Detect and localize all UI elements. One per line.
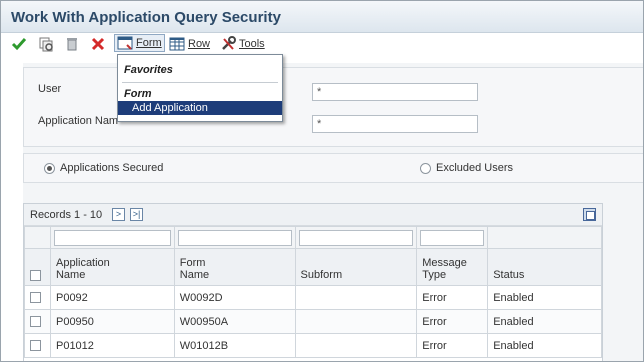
page-title: Work With Application Query Security xyxy=(11,9,281,26)
radio-selected-indicator xyxy=(44,162,55,174)
menu-section-form: Form xyxy=(124,88,152,100)
excluded-users-label: Excluded Users xyxy=(436,162,514,174)
filter-message-type-input[interactable] xyxy=(420,229,485,246)
column-header-application-name[interactable]: Application Name xyxy=(49,248,175,286)
form-icon xyxy=(117,35,133,51)
row-checkbox[interactable] xyxy=(30,316,41,328)
cell-status: Enabled xyxy=(487,309,602,334)
table-row[interactable]: P00950 W00950A Error Enabled xyxy=(24,309,602,334)
filter-row xyxy=(24,226,602,249)
cell-application-name: P0092 xyxy=(49,285,175,310)
menu-separator xyxy=(122,82,278,83)
menu-section-favorites: Favorites xyxy=(124,64,173,76)
filter-cell-subform xyxy=(294,226,418,249)
title-bar: Work With Application Query Security xyxy=(1,1,643,33)
application-name-field[interactable]: * xyxy=(312,115,478,133)
table-row[interactable]: P0092 W0092D Error Enabled xyxy=(24,285,602,310)
row-select-cell xyxy=(24,285,51,310)
cell-subform xyxy=(294,333,418,358)
column-header-form-name[interactable]: Form Name xyxy=(173,248,296,286)
tools-icon xyxy=(220,36,236,52)
menu-item-add-application[interactable]: Add Application xyxy=(118,101,282,115)
header-row: Application Name Form Name Subform Messa… xyxy=(24,248,602,286)
filter-cell-app xyxy=(49,226,175,249)
copy-icon xyxy=(38,36,54,52)
column-header-subform[interactable]: Subform xyxy=(294,248,418,286)
close-button[interactable] xyxy=(90,35,106,53)
row-select-cell xyxy=(24,333,51,358)
grid-icon xyxy=(169,36,185,52)
trash-icon xyxy=(64,36,80,52)
form-menu-label: Form xyxy=(136,37,162,49)
results-grid: Records 1 - 10 > >| Application Name For… xyxy=(23,203,603,361)
filter-subform-input[interactable] xyxy=(298,229,414,246)
toolbar: Form Row Tools xyxy=(1,33,643,55)
cell-form-name: W00950A xyxy=(173,309,296,334)
row-checkbox[interactable] xyxy=(30,292,41,304)
table-row[interactable]: P01012 W01012B Error Enabled xyxy=(24,333,602,358)
view-option-panel: Applications Secured Excluded Users xyxy=(23,153,643,183)
check-icon xyxy=(11,36,27,52)
cell-status: Enabled xyxy=(487,285,602,310)
cell-subform xyxy=(294,285,418,310)
app-window: Work With Application Query Security For… xyxy=(0,0,644,362)
radio-unselected-indicator xyxy=(420,162,431,174)
excluded-users-radio[interactable]: Excluded Users xyxy=(420,162,513,174)
last-page-button[interactable]: >| xyxy=(130,208,143,221)
close-icon xyxy=(90,36,106,52)
row-checkbox[interactable] xyxy=(30,340,41,352)
cell-form-name: W0092D xyxy=(173,285,296,310)
row-select-cell xyxy=(24,309,51,334)
next-page-button[interactable]: > xyxy=(112,208,125,221)
results-table: Application Name Form Name Subform Messa… xyxy=(24,226,602,358)
cell-message-type: Error xyxy=(416,285,489,310)
filter-cell-select xyxy=(24,226,51,249)
filter-cell-form xyxy=(173,226,296,249)
user-label: User xyxy=(38,83,62,95)
copy-button[interactable] xyxy=(38,35,54,53)
applications-secured-label: Applications Secured xyxy=(60,162,164,174)
filter-application-name-input[interactable] xyxy=(53,229,171,246)
select-all-checkbox[interactable] xyxy=(30,269,41,281)
cell-application-name: P00950 xyxy=(49,309,175,334)
row-menu-button[interactable]: Row xyxy=(169,35,210,53)
application-name-label: Application Nam xyxy=(38,115,119,127)
cell-message-type: Error xyxy=(416,333,489,358)
cell-subform xyxy=(294,309,418,334)
column-header-status[interactable]: Status xyxy=(487,248,602,286)
maximize-grid-icon[interactable] xyxy=(583,208,596,221)
delete-button[interactable] xyxy=(64,35,80,53)
filter-cell-status xyxy=(487,226,602,249)
cell-message-type: Error xyxy=(416,309,489,334)
select-all-cell xyxy=(24,248,51,286)
filter-cell-msg xyxy=(416,226,489,249)
grid-header-bar: Records 1 - 10 > >| xyxy=(24,204,602,226)
tools-menu-label: Tools xyxy=(239,38,265,50)
user-field[interactable]: * xyxy=(312,83,478,101)
cell-status: Enabled xyxy=(487,333,602,358)
tools-menu-button[interactable]: Tools xyxy=(220,35,265,53)
applications-secured-radio[interactable]: Applications Secured xyxy=(44,162,163,174)
form-menu-button[interactable]: Form xyxy=(114,34,165,52)
filter-form-name-input[interactable] xyxy=(177,229,292,246)
column-header-message-type[interactable]: Message Type xyxy=(416,248,489,286)
row-menu-label: Row xyxy=(188,38,211,50)
cell-form-name: W01012B xyxy=(173,333,296,358)
cell-application-name: P01012 xyxy=(49,333,175,358)
ok-button[interactable] xyxy=(11,35,27,53)
records-count: Records 1 - 10 xyxy=(30,209,103,221)
form-dropdown-menu: Favorites Form Add Application xyxy=(117,54,283,122)
